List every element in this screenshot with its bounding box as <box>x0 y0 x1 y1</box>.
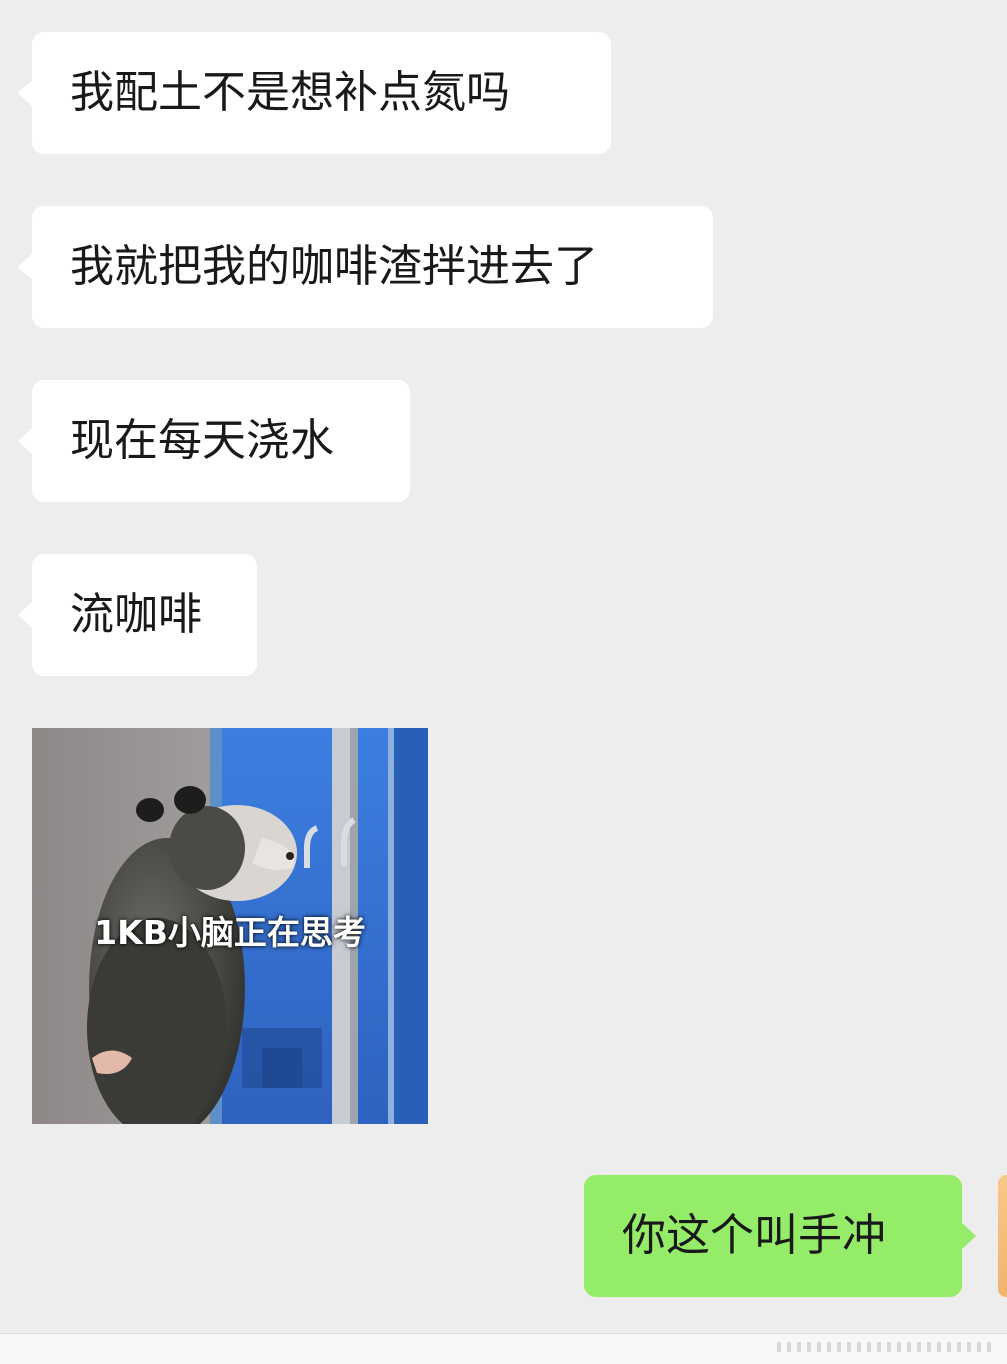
message-text: 现在每天浇水 <box>70 415 334 466</box>
sticker-message[interactable]: 1KB小脑正在思考 <box>32 728 428 1124</box>
message-text: 我就把我的咖啡渣拌进去了 <box>70 241 598 292</box>
incoming-message-bubble[interactable]: 现在每天浇水 <box>18 380 410 502</box>
message-text: 流咖啡 <box>70 589 202 640</box>
divider <box>777 1342 997 1352</box>
incoming-message-bubble[interactable]: 流咖啡 <box>18 554 257 676</box>
incoming-message-bubble[interactable]: 我配土不是想补点氮吗 <box>18 32 611 154</box>
incoming-message-bubble[interactable]: 我就把我的咖啡渣拌进去了 <box>18 206 713 328</box>
message-text: 我配土不是想补点氮吗 <box>70 67 510 118</box>
input-bar <box>0 1333 1007 1364</box>
message-text: 你这个叫手冲 <box>622 1210 886 1261</box>
sticker-caption: 1KB小脑正在思考 <box>94 913 366 952</box>
outgoing-message-bubble[interactable]: 你这个叫手冲 <box>584 1175 976 1297</box>
avatar[interactable] <box>998 1175 1007 1297</box>
